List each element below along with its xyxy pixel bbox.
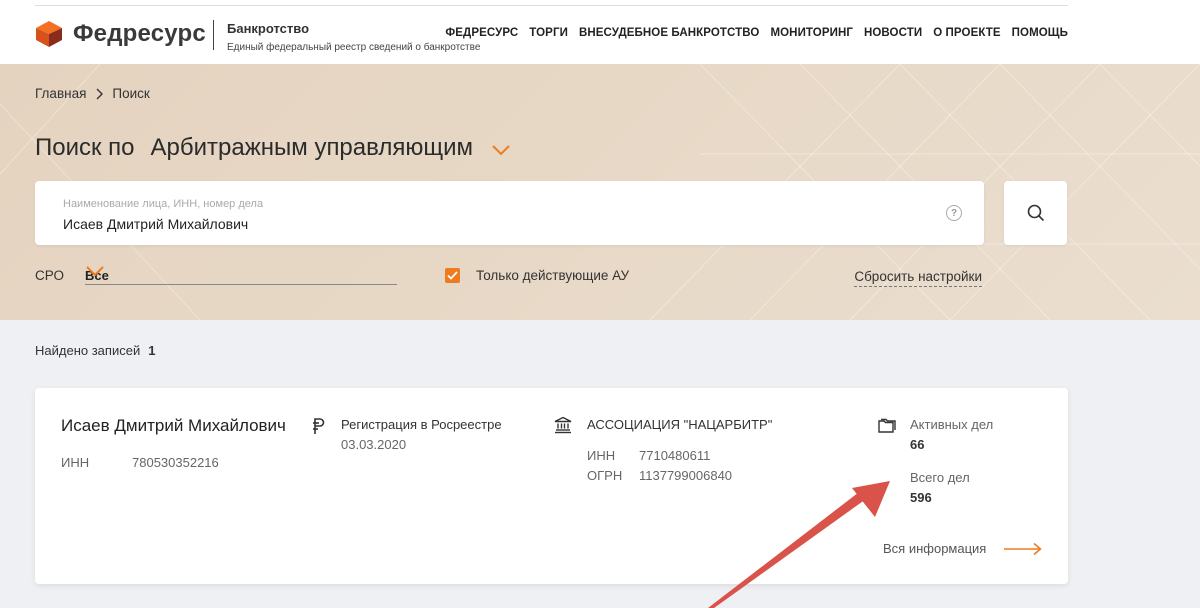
manager-inn-value: 780530352216 [132,455,219,470]
search-filters: СРО Все Только действующие АУ Сбросить н… [35,265,1068,292]
logo[interactable]: Федресурс [35,20,206,48]
breadcrumb: Главная Поиск [35,86,150,101]
found-label: Найдено записей [35,343,141,358]
registration-title: Регистрация в Росреестре [341,417,502,432]
found-value: 1 [148,343,156,358]
fedresurs-logo-icon [35,20,63,48]
nav-torgi[interactable]: ТОРГИ [529,27,568,39]
page-title: Поиск по Арбитражным управляющим [35,134,511,162]
reset-settings-link[interactable]: Сбросить настройки [854,269,982,287]
nav-news[interactable]: НОВОСТИ [864,27,922,39]
institution-icon [554,416,572,439]
nav-monitoring[interactable]: МОНИТОРИНГ [770,27,853,39]
chevron-down-icon [85,265,395,280]
nav-help[interactable]: ПОМОЩЬ [1012,27,1068,39]
active-only-checkbox[interactable] [445,268,460,283]
registry-icon [311,417,325,440]
search-input[interactable]: Наименование лица, ИНН, номер дела Исаев… [35,181,984,245]
breadcrumb-home[interactable]: Главная [35,86,86,101]
active-cases-label: Активных дел [910,417,994,432]
all-info-link[interactable]: Вся информация [883,541,986,556]
section-description: Единый федеральный реестр сведений о бан… [227,42,481,53]
nav-about[interactable]: О ПРОЕКТЕ [933,27,1000,39]
manager-name[interactable]: Исаев Дмитрий Михайлович [61,416,286,436]
header-divider [35,5,1068,6]
sro-inn-label: ИНН [587,448,616,463]
search-hero: Главная Поиск Поиск по Арбитражным управ… [0,64,1200,320]
main-nav: ФЕДРЕСУРС ТОРГИ ВНЕСУДЕБНОЕ БАНКРОТСТВО … [445,27,1068,39]
search-type-selector[interactable]: Арбитражным управляющим [151,134,473,162]
sro-inn-value: 7710480611 [639,448,711,463]
search-button[interactable] [1004,181,1067,245]
sro-select[interactable]: Все [85,265,397,285]
total-cases-value: 596 [910,490,932,505]
nav-out-of-court-bankruptcy[interactable]: ВНЕСУДЕБНОЕ БАНКРОТСТВО [579,27,760,39]
sro-name: АССОЦИАЦИЯ "НАЦАРБИТР" [587,417,773,432]
found-count: Найдено записей 1 [35,343,155,358]
logo-name: Федресурс [73,20,206,47]
manager-inn-label: ИНН [61,455,90,470]
result-card[interactable]: Исаев Дмитрий Михайлович ИНН 78053035221… [35,388,1068,584]
section-title: Банкротство [227,21,310,36]
search-title-prefix: Поиск по [35,134,135,161]
results-section: Найдено записей 1 Исаев Дмитрий Михайлови… [0,320,1200,608]
section-heading: Банкротство Единый федеральный реестр св… [227,21,480,53]
sro-ogrn-value: 1137799006840 [639,468,733,483]
arrow-right-icon[interactable] [1003,542,1043,561]
active-only-label[interactable]: Только действующие АУ [476,268,629,283]
sro-label: СРО [35,268,64,283]
checkmark-icon [447,271,458,280]
help-icon[interactable]: ? [946,205,962,221]
search-icon [1027,204,1044,222]
registration-date: 03.03.2020 [341,437,407,452]
chevron-down-icon[interactable] [491,144,511,156]
site-header: Федресурс Банкротство Единый федеральный… [0,0,1200,64]
search-input-label: Наименование лица, ИНН, номер дела [63,198,264,210]
nav-fedresurs[interactable]: ФЕДРЕСУРС [445,27,518,39]
search-input-value[interactable]: Исаев Дмитрий Михайлович [63,216,248,232]
sro-ogrn-label: ОГРН [587,468,623,483]
logo-divider [213,20,214,50]
breadcrumb-current: Поиск [112,86,150,101]
folder-icon [878,418,896,439]
total-cases-label: Всего дел [910,470,970,485]
active-cases-value: 66 [910,437,925,452]
chevron-right-icon [94,88,104,100]
